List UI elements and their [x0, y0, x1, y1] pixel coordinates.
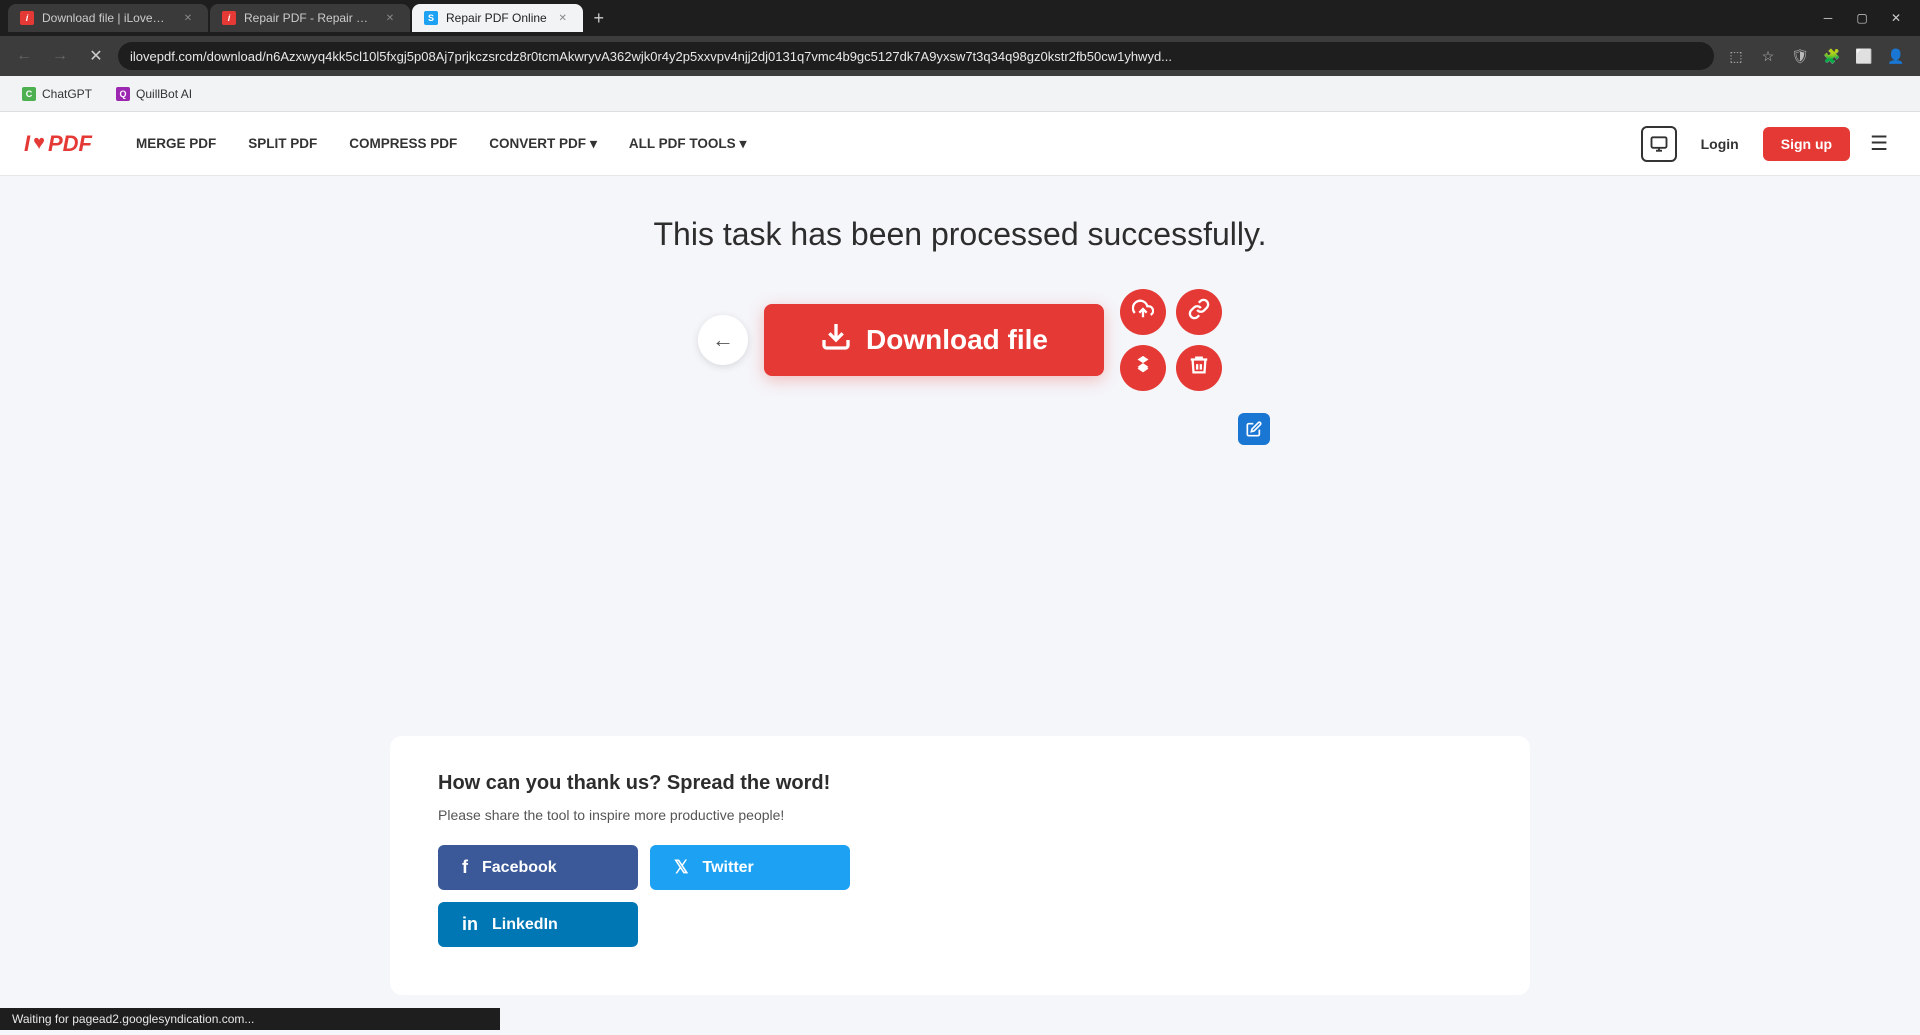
status-text: Waiting for pagead2.googlesyndication.co…	[12, 1012, 254, 1026]
download-arrow-icon	[820, 320, 852, 360]
tab-bar: i Download file | iLovePDF ✕ i Repair PD…	[0, 0, 1920, 36]
login-button[interactable]: Login	[1689, 128, 1751, 160]
bookmarks-bar: C ChatGPT Q QuillBot AI	[0, 76, 1920, 112]
browser-chrome: i Download file | iLovePDF ✕ i Repair PD…	[0, 0, 1920, 112]
extensions-icon[interactable]: 🧩	[1818, 42, 1846, 70]
top-nav: I ♥ PDF MERGE PDF SPLIT PDF COMPRESS PDF…	[0, 112, 1920, 176]
side-actions-top-row	[1120, 289, 1222, 335]
bookmark-quillbot-label: QuillBot AI	[136, 87, 192, 101]
tab-label-3: Repair PDF Online	[446, 11, 547, 25]
action-row: ← Download file	[698, 289, 1222, 391]
download-file-label: Download file	[866, 324, 1048, 356]
browser-tab-2[interactable]: i Repair PDF - Repair PDF online ✕	[210, 4, 410, 32]
linkedin-share-button[interactable]: in LinkedIn	[438, 902, 638, 947]
dropbox-button[interactable]	[1120, 345, 1166, 391]
window-controls: ─ ▢ ✕	[1812, 4, 1912, 32]
address-bar-icons: ⬚ ☆ 🛡 🧩 ⬜ 👤	[1722, 42, 1910, 70]
back-arrow-icon: ←	[712, 327, 734, 353]
edit-badge-button[interactable]	[1238, 413, 1270, 445]
twitter-share-button[interactable]: 𝕏 Twitter	[650, 845, 850, 890]
bookmark-chatgpt[interactable]: C ChatGPT	[12, 83, 102, 105]
success-message: This task has been processed successfull…	[653, 216, 1266, 253]
tab-favicon-3: S	[424, 11, 438, 25]
page-content: I ♥ PDF MERGE PDF SPLIT PDF COMPRESS PDF…	[0, 112, 1920, 1035]
quillbot-favicon: Q	[116, 87, 130, 101]
share-subtitle: Please share the tool to inspire more pr…	[438, 807, 1482, 823]
upload-cloud-button[interactable]	[1120, 289, 1166, 335]
profile-icon[interactable]: 👤	[1882, 42, 1910, 70]
cast-icon[interactable]: ⬜	[1850, 42, 1878, 70]
forward-nav-button[interactable]: →	[46, 42, 74, 70]
tab-favicon-1: i	[20, 11, 34, 25]
new-tab-button[interactable]: +	[585, 4, 613, 32]
dropbox-icon	[1132, 354, 1154, 382]
address-bar: ← → ✕ ⬚ ☆ 🛡 🧩 ⬜ 👤	[0, 36, 1920, 76]
edit-badge-container	[790, 409, 1270, 445]
linkedin-row: in LinkedIn	[438, 902, 1482, 947]
all-tools-dropdown-icon: ▾	[740, 136, 747, 152]
linkedin-label: LinkedIn	[492, 916, 558, 934]
logo-pdf: PDF	[48, 131, 92, 157]
share-section: How can you thank us? Spread the word! P…	[390, 736, 1530, 995]
nav-all-tools[interactable]: ALL PDF TOOLS ▾	[617, 128, 759, 160]
bookmark-star-icon[interactable]: ☆	[1754, 42, 1782, 70]
facebook-label: Facebook	[482, 859, 557, 877]
hamburger-menu-button[interactable]: ☰	[1862, 123, 1896, 164]
nav-links: MERGE PDF SPLIT PDF COMPRESS PDF CONVERT…	[124, 128, 1641, 160]
share-buttons: f Facebook 𝕏 Twitter	[438, 845, 1482, 890]
logo-heart-icon: ♥	[33, 132, 45, 155]
back-nav-button[interactable]: ←	[10, 42, 38, 70]
google-lens-icon[interactable]: ⬚	[1722, 42, 1750, 70]
tab-close-2[interactable]: ✕	[382, 10, 398, 26]
bookmark-quillbot[interactable]: Q QuillBot AI	[106, 83, 202, 105]
facebook-share-button[interactable]: f Facebook	[438, 845, 638, 890]
logo[interactable]: I ♥ PDF	[24, 131, 92, 157]
trash-icon	[1188, 354, 1210, 382]
reload-button[interactable]: ✕	[82, 42, 110, 70]
download-file-button[interactable]: Download file	[764, 304, 1104, 376]
logo-i: I	[24, 131, 30, 157]
twitter-label: Twitter	[703, 859, 754, 877]
nav-split-pdf[interactable]: SPLIT PDF	[236, 128, 329, 159]
tab-favicon-2: i	[222, 11, 236, 25]
tab-label-2: Repair PDF - Repair PDF online	[244, 11, 374, 25]
nav-right: Login Sign up ☰	[1641, 123, 1896, 164]
nav-merge-pdf[interactable]: MERGE PDF	[124, 128, 228, 159]
linkedin-icon: in	[462, 914, 478, 935]
twitter-icon: 𝕏	[674, 857, 689, 878]
back-button[interactable]: ←	[698, 315, 748, 365]
minimize-button[interactable]: ─	[1812, 4, 1844, 32]
nav-compress-pdf[interactable]: COMPRESS PDF	[337, 128, 469, 159]
side-actions-bottom-row	[1120, 345, 1222, 391]
delete-button[interactable]	[1176, 345, 1222, 391]
nav-convert-pdf[interactable]: CONVERT PDF ▾	[477, 128, 609, 160]
tab-close-1[interactable]: ✕	[180, 10, 196, 26]
chatgpt-favicon: C	[22, 87, 36, 101]
tab-close-3[interactable]: ✕	[555, 10, 571, 26]
close-window-button[interactable]: ✕	[1880, 4, 1912, 32]
facebook-icon: f	[462, 857, 468, 878]
copy-link-button[interactable]	[1176, 289, 1222, 335]
bookmark-chatgpt-label: ChatGPT	[42, 87, 92, 101]
main-area: This task has been processed successfull…	[0, 176, 1920, 736]
browser-tab-1[interactable]: i Download file | iLovePDF ✕	[8, 4, 208, 32]
tab-label-1: Download file | iLovePDF	[42, 11, 172, 25]
upload-cloud-icon	[1132, 298, 1154, 326]
status-bar: Waiting for pagead2.googlesyndication.co…	[0, 1008, 500, 1030]
browser-tab-3[interactable]: S Repair PDF Online ✕	[412, 4, 583, 32]
convert-dropdown-icon: ▾	[590, 136, 597, 152]
share-section-wrapper: How can you thank us? Spread the word! P…	[0, 736, 1920, 1035]
address-input[interactable]	[118, 42, 1714, 70]
share-title: How can you thank us? Spread the word!	[438, 772, 1482, 795]
maximize-button[interactable]: ▢	[1846, 4, 1878, 32]
signup-button[interactable]: Sign up	[1763, 127, 1850, 161]
side-actions	[1120, 289, 1222, 391]
link-icon	[1188, 298, 1210, 326]
desktop-download-icon[interactable]	[1641, 126, 1677, 162]
shield-icon[interactable]: 🛡	[1786, 42, 1814, 70]
